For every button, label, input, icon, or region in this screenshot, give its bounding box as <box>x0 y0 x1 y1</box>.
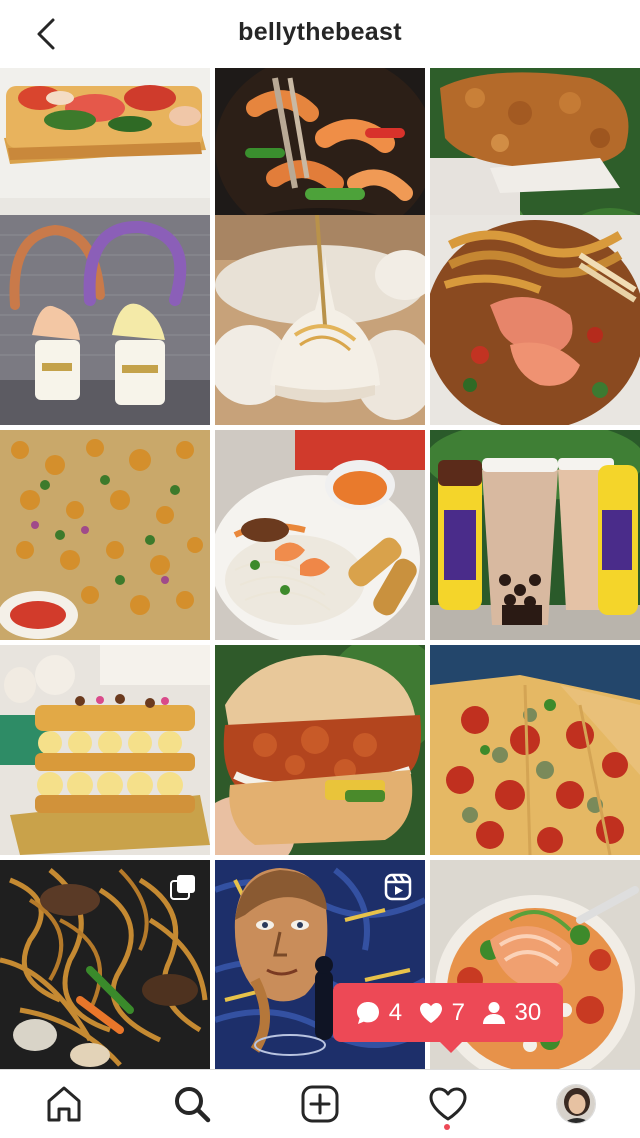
profile-username: bellythebeast <box>238 18 402 46</box>
activity-notification-bubble[interactable]: 4 7 30 <box>333 983 563 1053</box>
new-post-icon <box>301 1085 339 1123</box>
post-thumbnail[interactable] <box>0 215 210 425</box>
post-thumbnail[interactable] <box>215 215 425 425</box>
likes-count-value: 7 <box>451 998 465 1026</box>
follows-count-value: 30 <box>514 998 542 1026</box>
comments-count-value: 4 <box>388 998 403 1026</box>
activity-heart-icon <box>429 1087 467 1121</box>
tab-new-post[interactable] <box>298 1082 342 1126</box>
heart-icon <box>419 1002 442 1023</box>
post-thumbnail[interactable] <box>0 860 210 1069</box>
post-thumbnail[interactable] <box>430 215 640 425</box>
comment-icon <box>356 1001 379 1024</box>
post-thumbnail[interactable] <box>215 645 425 855</box>
carousel-icon <box>170 875 195 900</box>
post-thumbnail[interactable] <box>0 430 210 640</box>
post-thumbnail[interactable] <box>215 430 425 640</box>
search-icon <box>175 1087 211 1123</box>
activity-notification-dot <box>444 1124 450 1130</box>
post-thumbnail[interactable] <box>430 430 640 640</box>
home-icon <box>47 1086 81 1122</box>
tab-profile-avatar[interactable] <box>556 1084 596 1124</box>
post-grid <box>0 68 640 1069</box>
post-thumbnail[interactable] <box>0 645 210 855</box>
bottom-tab-bar <box>0 1069 640 1138</box>
tab-search[interactable] <box>170 1082 214 1126</box>
reel-icon <box>384 873 412 901</box>
likes-count: 7 <box>418 999 465 1027</box>
tab-home[interactable] <box>42 1082 86 1126</box>
post-thumbnail[interactable] <box>430 645 640 855</box>
comments-count: 4 <box>355 999 402 1027</box>
follows-count: 30 <box>481 998 542 1027</box>
person-icon <box>482 1001 505 1024</box>
top-bar: bellythebeast <box>0 0 640 68</box>
tab-activity[interactable] <box>426 1082 470 1126</box>
